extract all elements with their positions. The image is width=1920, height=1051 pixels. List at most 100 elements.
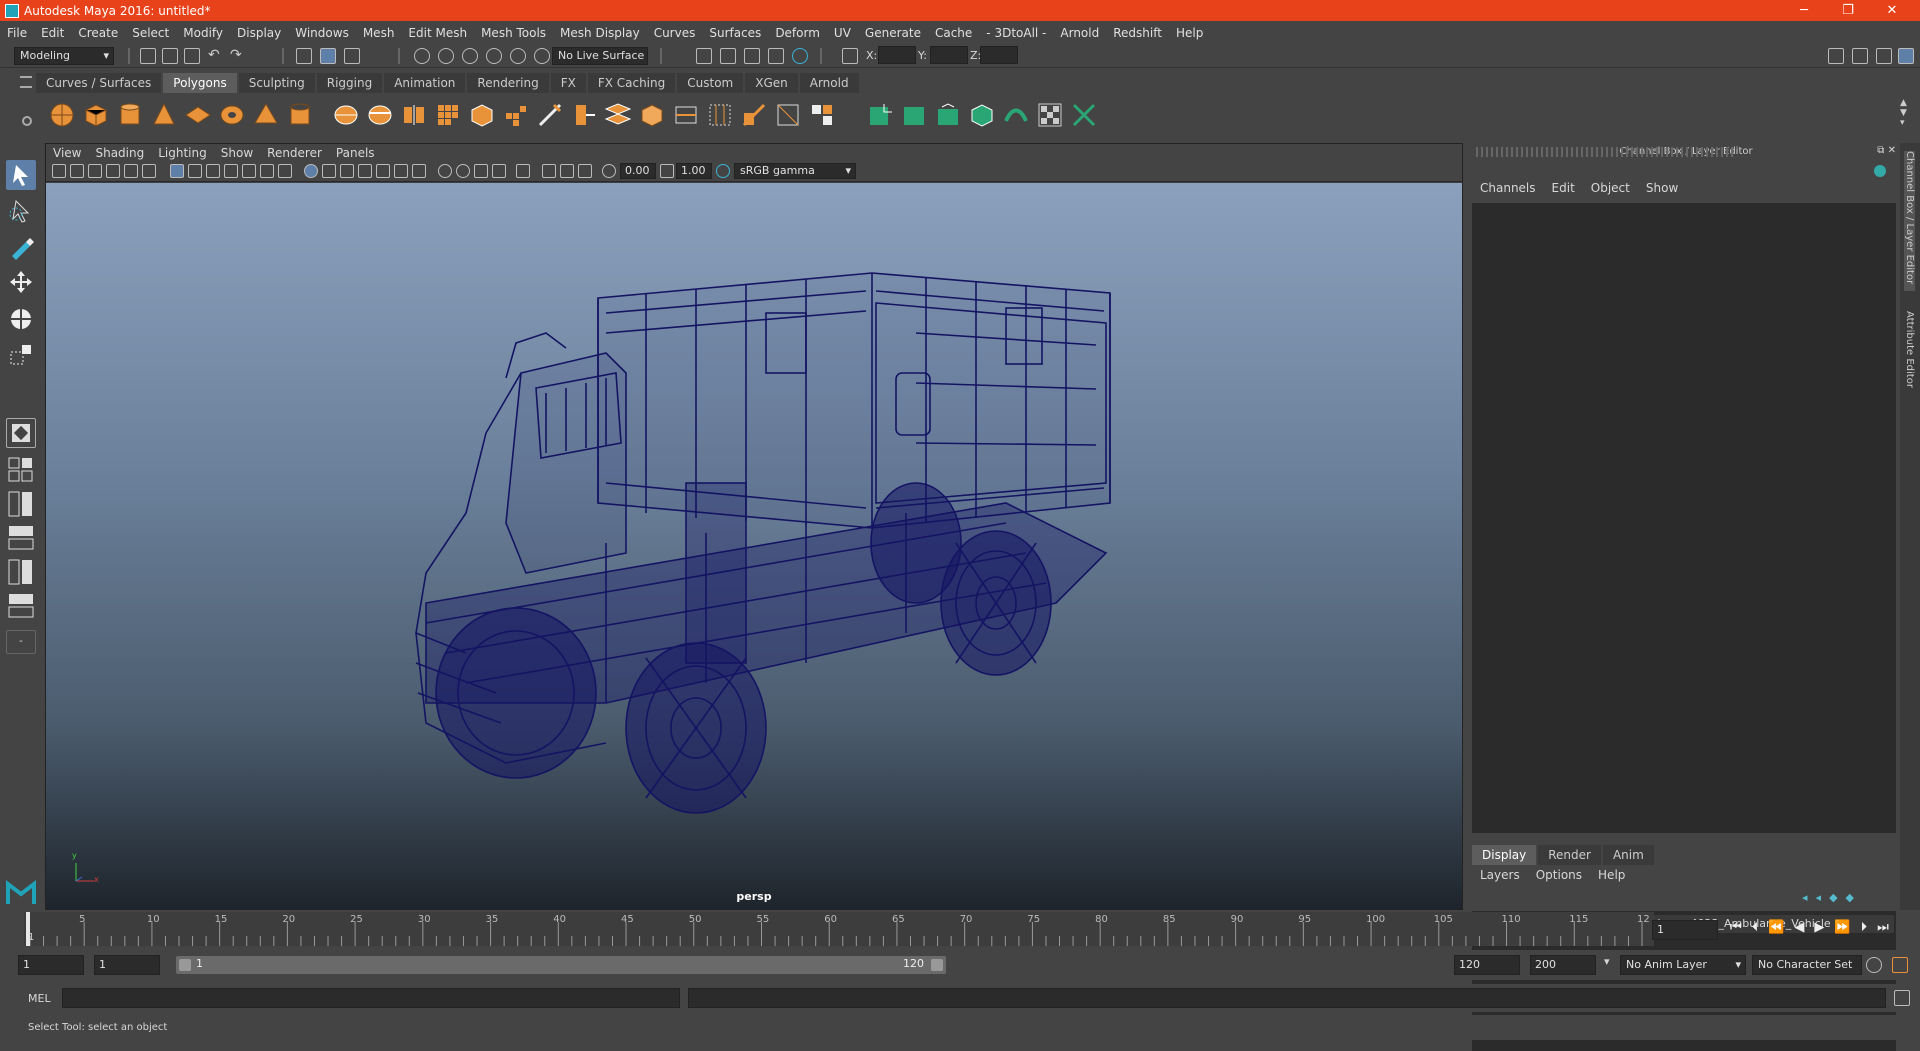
menu-deform[interactable]: Deform xyxy=(768,26,827,40)
field-chart-icon[interactable] xyxy=(242,164,256,178)
bookmark-icon[interactable] xyxy=(88,164,102,178)
playback-start-input[interactable]: 1 xyxy=(94,955,160,975)
shelf-tab-fx[interactable]: FX xyxy=(550,73,586,93)
toggle-tool-settings-icon[interactable] xyxy=(1876,48,1892,64)
channel-box-menu-channels[interactable]: Channels xyxy=(1472,181,1544,199)
select-tool-icon[interactable] xyxy=(6,160,36,190)
camera-attributes-icon[interactable] xyxy=(70,164,84,178)
lights-icon[interactable] xyxy=(394,164,408,178)
layer-menu-options[interactable]: Options xyxy=(1528,868,1590,882)
snap-curve-icon[interactable] xyxy=(438,48,454,64)
safe-title-icon[interactable] xyxy=(278,164,292,178)
3d-scene-view[interactable]: y x persp xyxy=(46,183,1462,909)
hypershade-icon[interactable] xyxy=(768,48,784,64)
open-scene-icon[interactable] xyxy=(162,48,178,64)
shelf-tab-xgen[interactable]: XGen xyxy=(745,73,798,93)
toggle-channel-box-icon[interactable] xyxy=(1898,48,1914,64)
image-plane-icon[interactable] xyxy=(106,164,120,178)
lasso-tool-icon[interactable] xyxy=(6,196,36,226)
bridge-icon[interactable] xyxy=(604,101,632,129)
smooth-shade-icon[interactable] xyxy=(322,164,336,178)
channel-box-menu-show[interactable]: Show xyxy=(1638,181,1686,199)
shadows-icon[interactable] xyxy=(412,164,426,178)
select-component-icon[interactable] xyxy=(344,48,360,64)
resolution-gate-icon[interactable] xyxy=(206,164,220,178)
wireframe-icon[interactable] xyxy=(304,164,318,178)
mirror-icon[interactable] xyxy=(400,101,428,129)
bevel-icon[interactable] xyxy=(638,101,666,129)
ipr-render-icon[interactable] xyxy=(720,48,736,64)
menu-mesh-tools[interactable]: Mesh Tools xyxy=(474,26,553,40)
poly-cube-icon[interactable] xyxy=(82,101,110,129)
transform-mode-icon[interactable] xyxy=(842,48,858,64)
exposure-reset-icon[interactable] xyxy=(602,164,616,178)
play-backward-icon[interactable]: ◀ xyxy=(1794,920,1804,935)
menu-surfaces[interactable]: Surfaces xyxy=(702,26,768,40)
layout-hypershade-persp-icon[interactable] xyxy=(6,592,36,620)
new-empty-layer-icon[interactable]: ◆ xyxy=(1829,891,1837,904)
side-tab-channel-box[interactable]: Channel Box / Layer Editor xyxy=(1904,151,1915,291)
new-layer-selected-icon[interactable]: ◆ xyxy=(1846,891,1854,904)
x-input[interactable] xyxy=(878,46,916,64)
menu-edit[interactable]: Edit xyxy=(34,26,71,40)
motion-blur-icon[interactable] xyxy=(456,164,470,178)
layer-tab-anim[interactable]: Anim xyxy=(1602,845,1654,865)
shelf-tab-rigging[interactable]: Rigging xyxy=(316,73,383,93)
layout-side-by-side-icon[interactable] xyxy=(6,490,36,518)
xray-components-icon[interactable] xyxy=(560,164,574,178)
snap-live-icon[interactable] xyxy=(534,48,550,64)
restore-button[interactable]: ❐ xyxy=(1826,0,1870,21)
separate-icon[interactable] xyxy=(366,101,394,129)
xray-joints-icon[interactable] xyxy=(542,164,556,178)
viewport-menu-lighting[interactable]: Lighting xyxy=(151,146,214,160)
minimize-button[interactable]: ─ xyxy=(1782,0,1826,21)
xray-icon[interactable] xyxy=(376,164,390,178)
exposure-input[interactable]: 0.00 xyxy=(620,163,656,179)
shelf-tab-custom[interactable]: Custom xyxy=(677,73,744,93)
depth-of-field-icon[interactable] xyxy=(492,164,506,178)
menu-mesh[interactable]: Mesh xyxy=(356,26,402,40)
move-layer-up-icon[interactable]: ◂ xyxy=(1802,891,1808,904)
render-frame-icon[interactable] xyxy=(696,48,712,64)
panel-float-close-icon[interactable]: ⧉ ✕ xyxy=(1877,145,1896,156)
anti-aliasing-icon[interactable] xyxy=(474,164,488,178)
gate-mask-icon[interactable] xyxy=(224,164,238,178)
range-bar[interactable]: 1 120 xyxy=(176,956,946,974)
shelf-tab-polygons[interactable]: Polygons xyxy=(163,73,237,93)
checker-uv-icon[interactable] xyxy=(1036,101,1064,129)
layer-tab-display[interactable]: Display xyxy=(1472,845,1537,865)
redo-icon[interactable]: ↷ xyxy=(230,48,246,64)
poly-cylinder-icon[interactable] xyxy=(116,101,144,129)
step-forward-key-icon[interactable]: ⏵ xyxy=(1861,920,1868,935)
gamma-icon[interactable] xyxy=(660,164,674,178)
exposure-icon[interactable] xyxy=(578,164,592,178)
range-end-handle[interactable] xyxy=(931,959,943,971)
step-back-key-icon[interactable]: ⏴ xyxy=(1752,920,1759,935)
circularize-icon[interactable] xyxy=(808,101,836,129)
snap-view-plane-icon[interactable] xyxy=(486,48,502,64)
shelf-menu-icon[interactable] xyxy=(20,76,32,88)
new-scene-icon[interactable] xyxy=(140,48,156,64)
automatic-uv-icon[interactable] xyxy=(968,101,996,129)
rotate-tool-icon[interactable] xyxy=(6,304,36,334)
mode-dropdown[interactable]: Modeling ▾ xyxy=(14,47,114,65)
layout-four-pane-icon[interactable] xyxy=(6,456,36,484)
anim-layer-dropdown[interactable]: No Anim Layer ▾ xyxy=(1620,955,1746,975)
menu-uv[interactable]: UV xyxy=(827,26,858,40)
grid-icon[interactable] xyxy=(170,164,184,178)
layer-menu-help[interactable]: Help xyxy=(1590,868,1633,882)
viewport-menu-show[interactable]: Show xyxy=(214,146,260,160)
shelf-tab-animation[interactable]: Animation xyxy=(384,73,466,93)
playback-end-input[interactable]: 120 xyxy=(1454,955,1520,975)
snap-point-icon[interactable] xyxy=(462,48,478,64)
range-start-handle[interactable] xyxy=(179,959,191,971)
poly-pyramid-icon[interactable] xyxy=(252,101,280,129)
toggle-modeling-toolkit-icon[interactable] xyxy=(1828,48,1844,64)
mel-input[interactable] xyxy=(62,988,680,1008)
go-to-start-icon[interactable]: ⏮ xyxy=(1730,920,1742,935)
offset-edge-loop-icon[interactable] xyxy=(706,101,734,129)
mel-label[interactable]: MEL xyxy=(28,992,51,1005)
cut-uv-icon[interactable] xyxy=(1070,101,1098,129)
reduce-icon[interactable] xyxy=(468,101,496,129)
poly-cone-icon[interactable] xyxy=(150,101,178,129)
